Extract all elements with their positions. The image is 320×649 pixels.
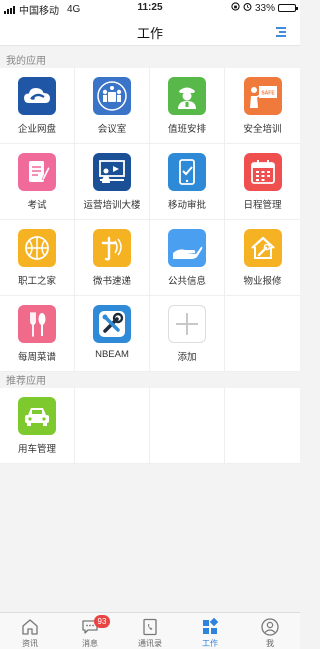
app-label: 移动审批 [167, 200, 206, 211]
car-icon [18, 397, 56, 435]
tools-icon [93, 305, 131, 343]
battery-percent: 33% [254, 2, 275, 14]
empty-cell [75, 388, 150, 464]
tab-work[interactable]: 工作 [180, 613, 240, 649]
tab-label: 资讯 [22, 639, 38, 648]
app-tile[interactable]: 公共信息 [150, 220, 225, 296]
work-grid-icon [203, 617, 219, 634]
app-tile[interactable]: 运营培训大楼 [75, 144, 150, 220]
app-tile[interactable]: NBEAM [75, 296, 150, 372]
hand-info-icon [168, 229, 206, 267]
empty-cell [150, 388, 225, 464]
tab-label: 我 [266, 639, 274, 648]
safety-training-icon: SAFE [243, 77, 282, 115]
app-label: NBEAM [95, 349, 129, 360]
battery-icon [278, 4, 298, 12]
svg-text:SAFE: SAFE [261, 91, 275, 97]
app-tile[interactable]: 微书速递 [75, 220, 150, 296]
app-label: 添加 [177, 352, 197, 363]
home-icon [22, 619, 38, 635]
book-express-icon [93, 229, 131, 267]
repair-house-icon [243, 229, 282, 267]
alarm-icon [243, 2, 252, 14]
app-tile[interactable]: 日程管理 [225, 144, 300, 220]
my-apps-grid: 企业网盘 会议室 值班安排 SAFE 安全培训 考试 运营培训大楼 移动审批 日… [0, 68, 300, 372]
add-icon [168, 305, 206, 343]
duty-officer-icon [168, 77, 206, 115]
status-right: 33% [231, 2, 298, 14]
empty-cell [225, 296, 300, 372]
app-tile[interactable]: 每周菜谱 [0, 296, 75, 372]
app-label: 日程管理 [243, 200, 282, 211]
app-tile[interactable]: 企业网盘 [0, 68, 75, 144]
app-tile[interactable]: 考试 [0, 144, 75, 220]
cloud-disk-icon [18, 77, 56, 115]
app-label: 每周菜谱 [17, 352, 56, 363]
unread-badge: 93 [94, 615, 110, 628]
app-tile[interactable]: 值班安排 [150, 68, 225, 144]
calendar-icon [243, 153, 282, 191]
tab-label: 通讯录 [138, 639, 162, 648]
app-label: 物业报修 [243, 276, 282, 287]
app-label: 会议室 [97, 124, 127, 135]
phone-book-icon [143, 618, 157, 636]
tab-messages[interactable]: 93 消息 [60, 613, 120, 649]
app-tile[interactable]: 会议室 [75, 68, 150, 144]
tab-label: 工作 [202, 639, 218, 648]
app-tile[interactable]: 移动审批 [150, 144, 225, 220]
menu-icon[interactable] [274, 26, 286, 38]
meeting-room-icon [93, 77, 131, 115]
tab-contacts[interactable]: 通讯录 [120, 613, 180, 649]
lock-rotation-icon [231, 2, 240, 14]
tab-news[interactable]: 资讯 [0, 613, 60, 649]
mobile-approval-icon [168, 153, 206, 191]
app-tile[interactable]: 职工之家 [0, 220, 75, 296]
section-title-recommended: 推荐应用 [6, 376, 46, 387]
app-tile[interactable]: SAFE 安全培训 [225, 68, 300, 144]
status-bar: 中国移动 4G 11:25 33% [0, 0, 300, 18]
user-icon [261, 618, 279, 636]
fork-spoon-icon [18, 305, 56, 343]
tab-bar: 资讯 93 消息 通讯录 工作 我 [0, 612, 300, 649]
app-label: 安全培训 [243, 124, 282, 135]
app-tile[interactable]: 物业报修 [225, 220, 300, 296]
app-label: 用车管理 [17, 444, 56, 455]
app-label: 运营培训大楼 [83, 200, 141, 211]
app-label: 企业网盘 [17, 124, 56, 135]
app-tile-add[interactable]: 添加 [150, 296, 225, 372]
tab-me[interactable]: 我 [240, 613, 300, 649]
nav-bar: 工作 [0, 18, 300, 46]
page-title: 工作 [136, 26, 163, 41]
exam-icon [18, 153, 56, 191]
app-tile[interactable]: 用车管理 [0, 388, 75, 464]
empty-cell [225, 388, 300, 464]
tab-label: 消息 [82, 639, 98, 648]
app-label: 考试 [27, 200, 47, 211]
training-building-icon [93, 153, 131, 191]
basketball-icon [18, 229, 56, 267]
app-label: 职工之家 [17, 276, 56, 287]
app-label: 值班安排 [167, 124, 206, 135]
app-label: 公共信息 [167, 276, 206, 287]
section-title-my-apps: 我的应用 [6, 56, 46, 67]
app-label: 微书速递 [92, 276, 131, 287]
recommended-apps-grid: 用车管理 [0, 388, 300, 464]
